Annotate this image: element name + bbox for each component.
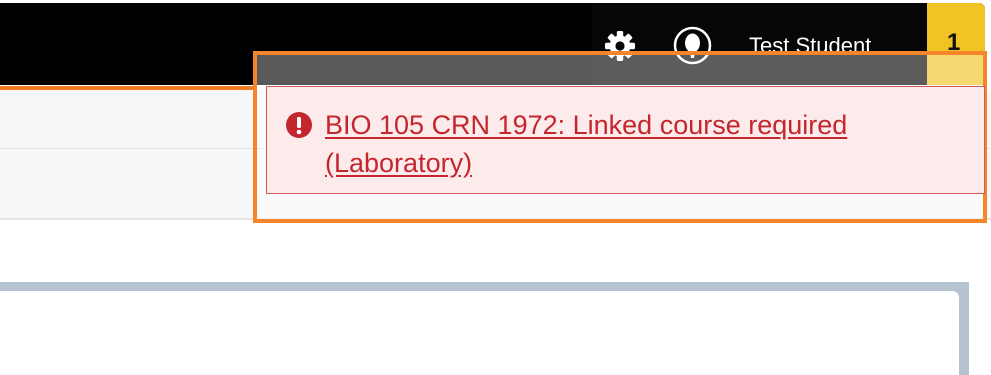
content-panel-body: [0, 291, 959, 375]
content-panel: [0, 282, 969, 375]
linked-course-required-link[interactable]: BIO 105 CRN 1972: Linked course required…: [325, 106, 945, 182]
error-alert: BIO 105 CRN 1972: Linked course required…: [266, 86, 985, 194]
error-exclamation-icon: [285, 111, 313, 139]
